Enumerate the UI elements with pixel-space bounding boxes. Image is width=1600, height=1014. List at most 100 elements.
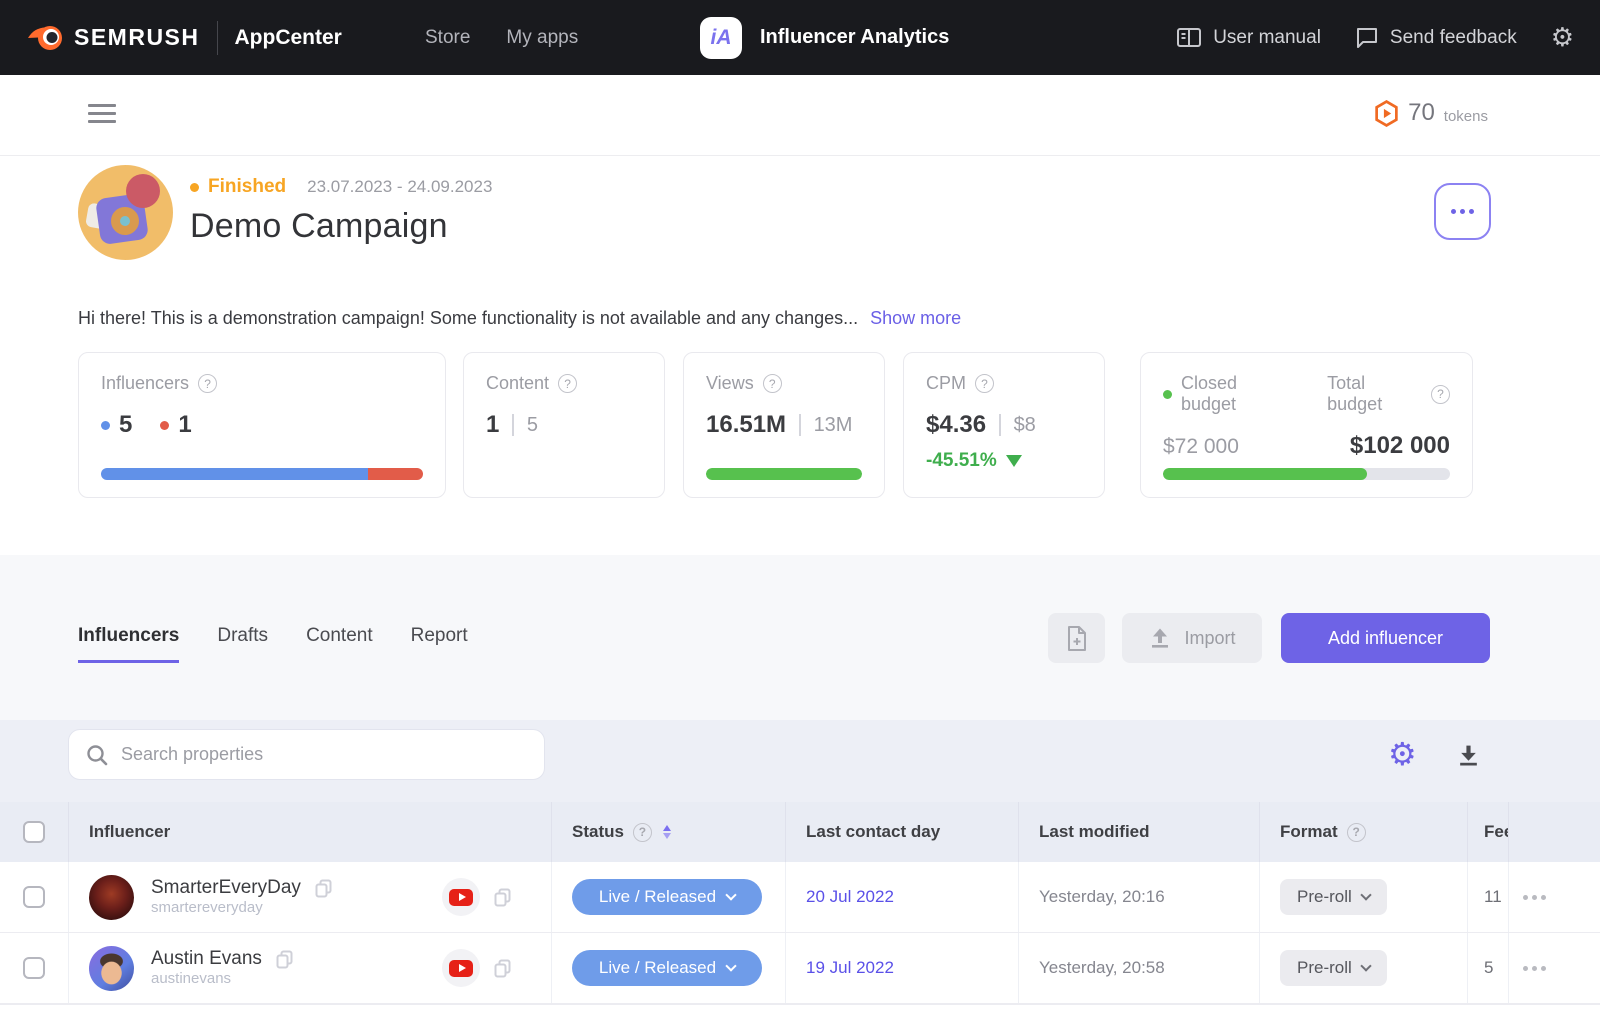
copy-icon[interactable] xyxy=(315,879,332,898)
status-dropdown[interactable]: Live / Released xyxy=(572,879,762,915)
column-header-fee[interactable]: Fee xyxy=(1467,802,1508,862)
format-dropdown[interactable]: Pre-roll xyxy=(1280,950,1387,986)
row-checkbox-cell xyxy=(0,862,68,932)
menu-hamburger-icon[interactable] xyxy=(88,104,116,128)
help-icon[interactable]: ? xyxy=(975,374,994,393)
help-icon[interactable]: ? xyxy=(1347,823,1366,842)
format-cell: Pre-roll xyxy=(1259,933,1467,1003)
column-header-influencer[interactable]: Influencer xyxy=(68,802,551,862)
nav-item-store[interactable]: Store xyxy=(425,27,470,49)
campaign-tabs: Influencers Drafts Content Report xyxy=(78,625,468,663)
brand-name[interactable]: SEMRUSH xyxy=(74,24,200,51)
last-contact-cell: 19 Jul 2022 xyxy=(785,933,1018,1003)
youtube-icon[interactable] xyxy=(442,878,480,916)
tab-content[interactable]: Content xyxy=(306,625,373,663)
camera-lens-shape xyxy=(111,207,139,235)
content-values: 1 5 xyxy=(486,411,642,439)
influencer-analytics-app-icon[interactable]: iA xyxy=(700,17,742,59)
tab-report[interactable]: Report xyxy=(411,625,468,663)
campaign-description: Hi there! This is a demonstration campai… xyxy=(78,308,961,329)
sort-toggle-icon[interactable] xyxy=(663,825,671,839)
chevron-down-icon xyxy=(1360,960,1371,971)
row-checkbox[interactable] xyxy=(23,957,45,979)
send-feedback-button[interactable]: Send feedback xyxy=(1355,26,1517,50)
last-modified-value: Yesterday, 20:16 xyxy=(1039,887,1165,907)
tab-drafts[interactable]: Drafts xyxy=(217,625,268,663)
influencers-values: 5 1 xyxy=(101,411,423,439)
campaign-more-button[interactable] xyxy=(1434,183,1491,240)
user-manual-button[interactable]: User manual xyxy=(1176,26,1321,50)
brand-divider xyxy=(217,21,218,55)
views-values: 16.51M 13M xyxy=(706,411,862,439)
last-contact-link[interactable]: 19 Jul 2022 xyxy=(806,958,894,978)
nav-item-my-apps[interactable]: My apps xyxy=(506,27,578,49)
tokens-balance[interactable]: 70 tokens xyxy=(1374,99,1488,127)
add-influencer-button[interactable]: Add influencer xyxy=(1281,613,1490,663)
blue-dot xyxy=(101,421,110,430)
column-header-last-modified[interactable]: Last modified xyxy=(1018,802,1259,862)
upload-icon xyxy=(1148,627,1172,649)
influencer-name-row: Austin Evans xyxy=(151,948,293,970)
app-name: Influencer Analytics xyxy=(760,26,949,49)
copy-icon[interactable] xyxy=(494,888,511,907)
youtube-icon[interactable] xyxy=(442,949,480,987)
influencer-name[interactable]: Austin Evans xyxy=(151,948,262,970)
last-modified-value: Yesterday, 20:58 xyxy=(1039,958,1165,978)
row-menu-button[interactable] xyxy=(1523,895,1546,900)
help-icon[interactable]: ? xyxy=(558,374,577,393)
card-label-row: Content ? xyxy=(486,373,642,394)
help-icon[interactable]: ? xyxy=(198,374,217,393)
select-all-checkbox[interactable] xyxy=(23,821,45,843)
status-label: Live / Released xyxy=(599,887,716,907)
influencer-name-block: SmarterEveryDay smartereveryday xyxy=(151,877,332,917)
budget-labels-row: Closed budget Total budget ? xyxy=(1163,373,1450,415)
stat-card-budget: Closed budget Total budget ? $72 000 $10… xyxy=(1140,352,1473,498)
total-budget-value: $102 000 xyxy=(1350,432,1450,460)
download-icon xyxy=(1456,744,1481,767)
table-toolbar: ⚙ xyxy=(0,720,1600,802)
campaign-section: Finished 23.07.2023 - 24.09.2023 Demo Ca… xyxy=(0,156,1600,555)
settings-gear-icon[interactable]: ⚙ xyxy=(1551,25,1574,51)
topnav-right-group: User manual Send feedback ⚙ xyxy=(1176,0,1574,75)
copy-icon[interactable] xyxy=(276,950,293,969)
stat-card-content: Content ? 1 5 xyxy=(463,352,665,498)
influencer-name[interactable]: SmarterEveryDay xyxy=(151,877,301,899)
column-header-format[interactable]: Format ? xyxy=(1259,802,1467,862)
last-contact-link[interactable]: 20 Jul 2022 xyxy=(806,887,894,907)
copy-icon[interactable] xyxy=(494,959,511,978)
bar-segment-green xyxy=(1163,468,1367,480)
status-dropdown[interactable]: Live / Released xyxy=(572,950,762,986)
help-icon[interactable]: ? xyxy=(1431,385,1450,404)
product-name[interactable]: AppCenter xyxy=(235,26,342,50)
export-file-button[interactable] xyxy=(1048,613,1105,663)
table-row-partial xyxy=(0,1004,1600,1014)
download-button[interactable] xyxy=(1456,744,1481,772)
tokens-unit: tokens xyxy=(1444,102,1488,125)
tab-influencers[interactable]: Influencers xyxy=(78,625,179,663)
views-target: 13M xyxy=(814,414,853,437)
search-input[interactable] xyxy=(121,744,528,765)
send-feedback-label: Send feedback xyxy=(1390,27,1517,49)
column-header-status[interactable]: Status ? xyxy=(551,802,785,862)
column-header-last-contact[interactable]: Last contact day xyxy=(785,802,1018,862)
table-settings-gear-icon[interactable]: ⚙ xyxy=(1388,738,1417,770)
avatar[interactable] xyxy=(89,946,134,991)
format-dropdown[interactable]: Pre-roll xyxy=(1280,879,1387,915)
import-button[interactable]: Import xyxy=(1122,613,1262,663)
row-actions-cell xyxy=(1508,862,1600,932)
content-card-label: Content xyxy=(486,373,549,394)
row-menu-button[interactable] xyxy=(1523,966,1546,971)
avatar[interactable] xyxy=(89,875,134,920)
campaign-status: Finished xyxy=(208,176,286,198)
help-icon[interactable]: ? xyxy=(633,823,652,842)
file-plus-icon xyxy=(1066,625,1088,652)
content-total: 5 xyxy=(527,414,538,437)
influencer-name-row: SmarterEveryDay xyxy=(151,877,332,899)
chevron-down-icon xyxy=(725,889,736,900)
help-icon[interactable]: ? xyxy=(763,374,782,393)
budget-progress-bar xyxy=(1163,468,1450,480)
campaign-title: Demo Campaign xyxy=(190,207,492,246)
row-checkbox[interactable] xyxy=(23,886,45,908)
campaign-avatar xyxy=(78,165,173,260)
show-more-link[interactable]: Show more xyxy=(870,308,961,328)
